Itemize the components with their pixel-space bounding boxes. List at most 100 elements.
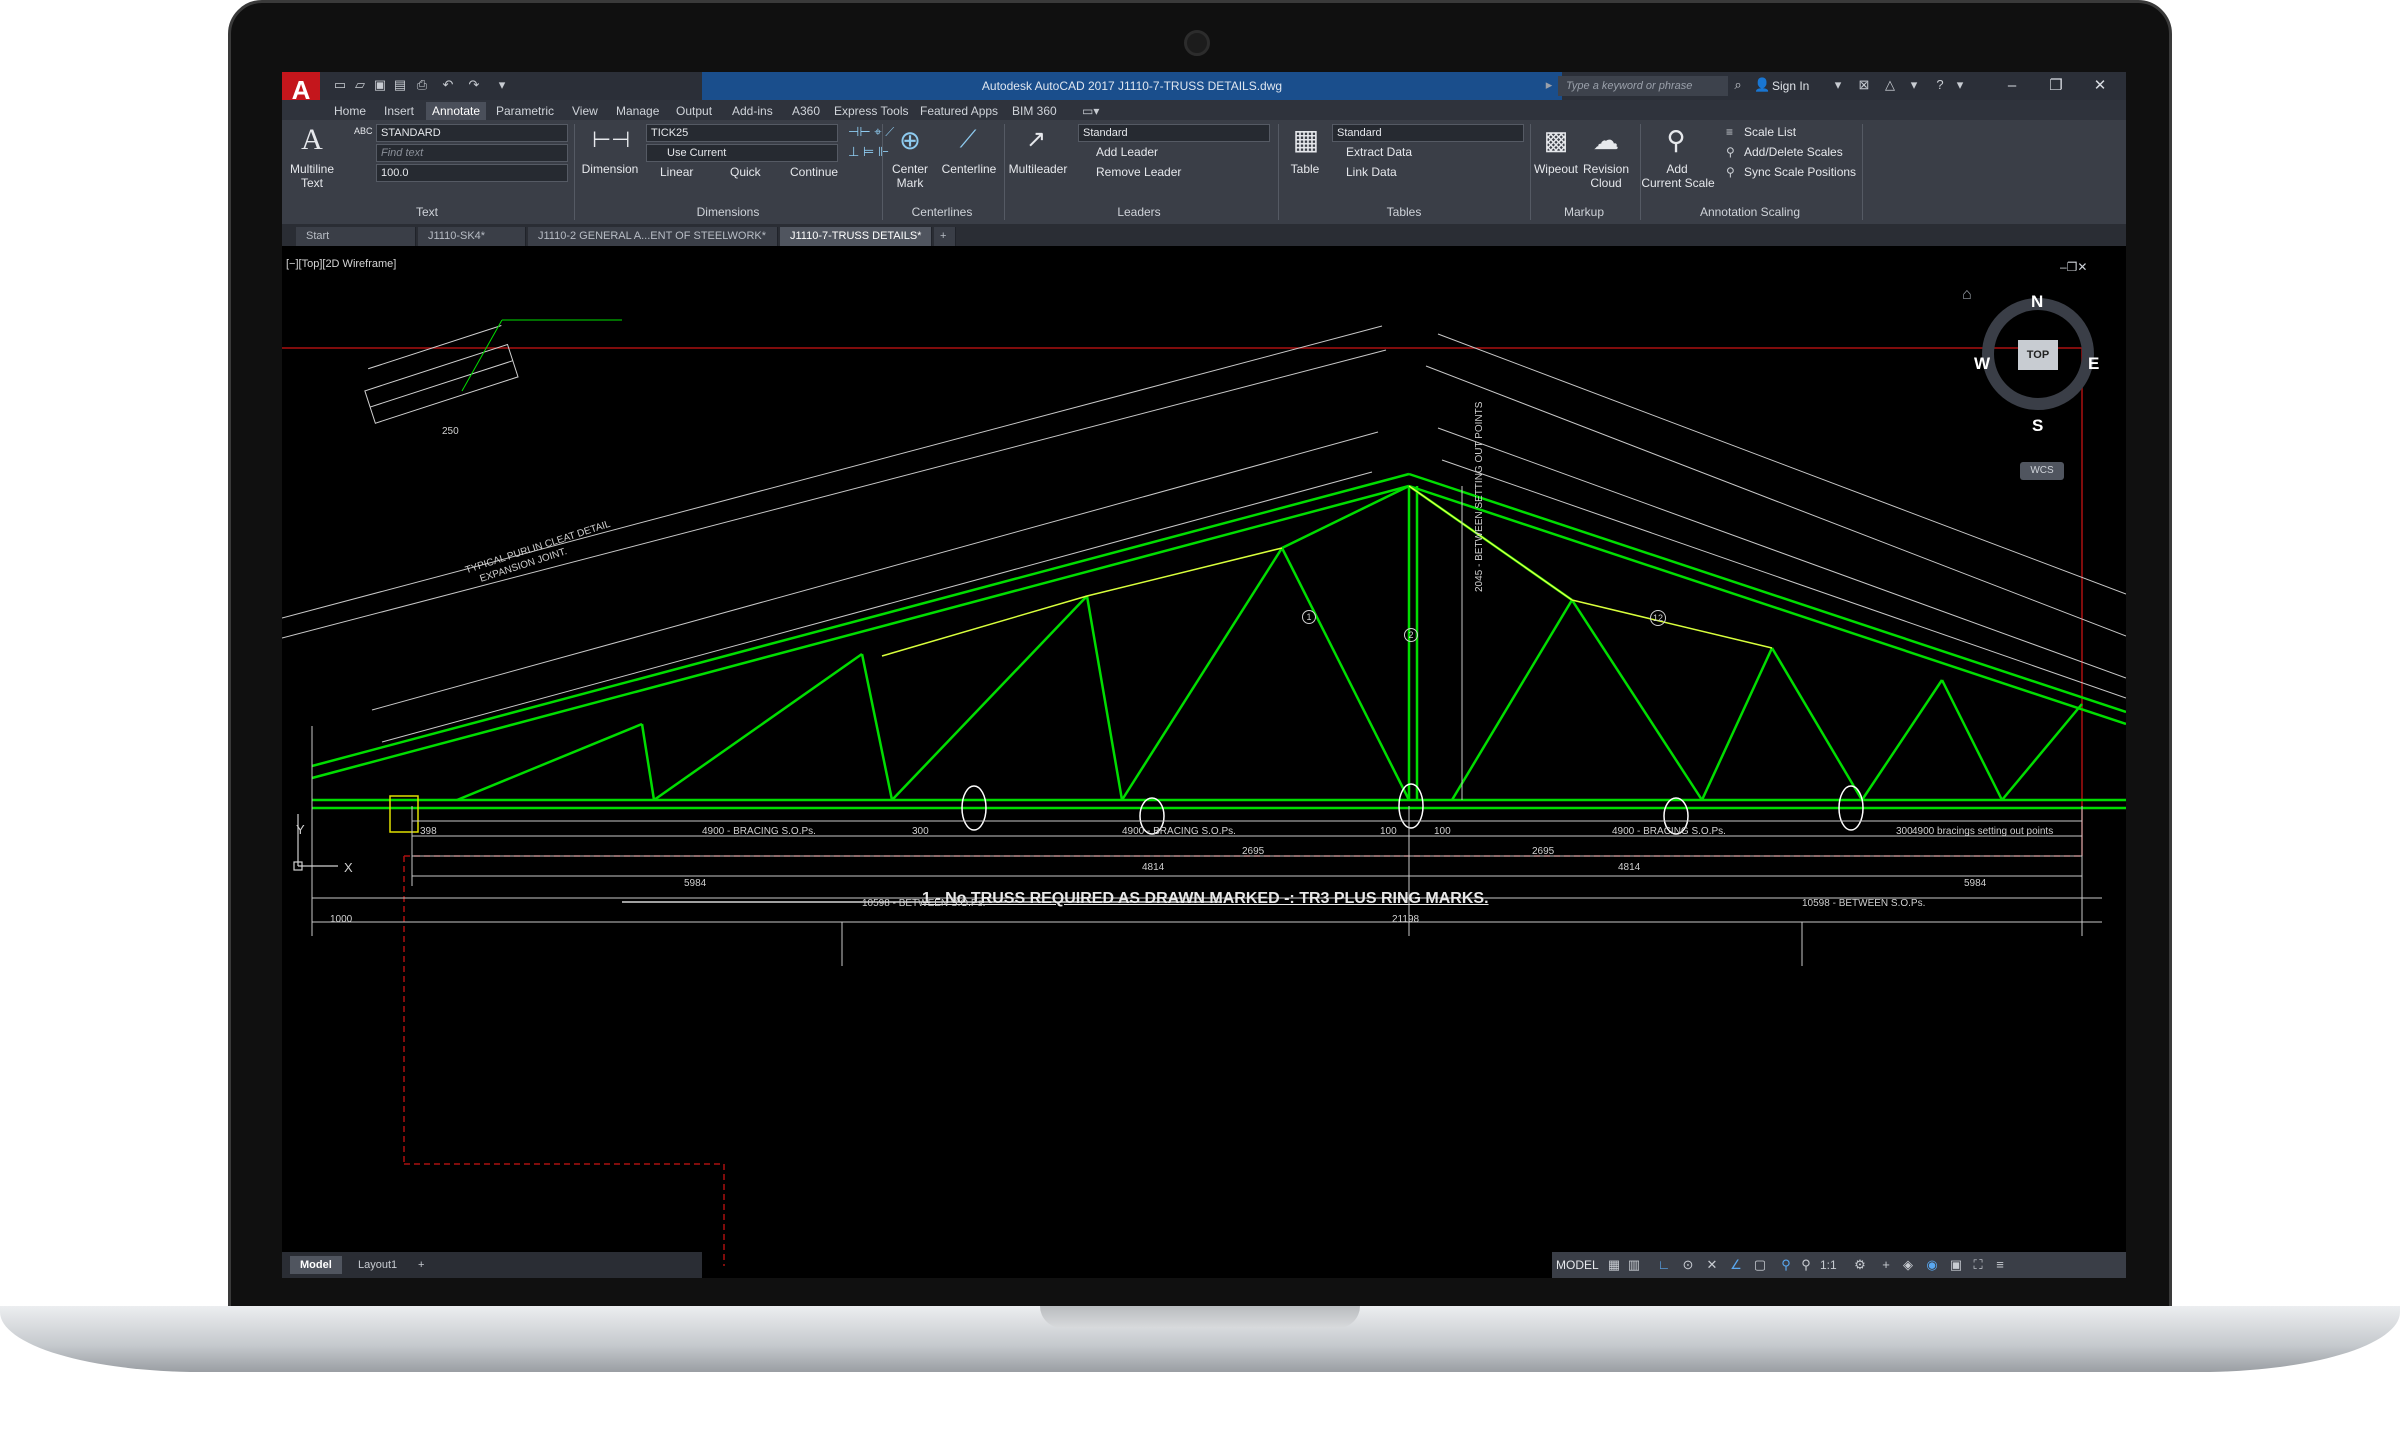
tab-express-tools[interactable]: Express Tools: [834, 102, 908, 120]
hardware-acceleration-icon[interactable]: ◉: [1924, 1256, 1940, 1274]
tab-output[interactable]: Output: [676, 102, 712, 120]
multiline-text-icon[interactable]: A: [294, 122, 330, 158]
polar-icon[interactable]: ⊙: [1680, 1256, 1696, 1274]
extract-data-button[interactable]: Extract Data: [1346, 144, 1412, 160]
new-tab-button[interactable]: +: [934, 227, 956, 246]
wipeout-label[interactable]: Wipeout: [1528, 162, 1584, 176]
multileader-label[interactable]: Multileader: [1002, 162, 1074, 176]
file-tab-truss-details[interactable]: J1110-7-TRUSS DETAILS*: [780, 227, 932, 246]
table-label[interactable]: Table: [1280, 162, 1330, 176]
transparency-icon[interactable]: ▢: [1752, 1256, 1768, 1274]
snap-icon[interactable]: ▥: [1626, 1256, 1642, 1274]
dropdown-icon[interactable]: ▾: [1906, 77, 1922, 93]
dim-layer-select[interactable]: Use Current: [646, 144, 838, 162]
clean-screen-icon[interactable]: ▣: [1948, 1256, 1964, 1274]
open-icon[interactable]: ▱: [352, 77, 368, 93]
add-current-scale-icon[interactable]: ⚲: [1658, 122, 1694, 158]
help-icon[interactable]: ?: [1932, 77, 1948, 93]
add-leader-button[interactable]: Add Leader: [1096, 144, 1158, 160]
new-icon[interactable]: ▭: [332, 77, 348, 93]
compass-west[interactable]: W: [1974, 354, 1990, 374]
minimize-icon[interactable]: –: [1990, 72, 2034, 100]
search-input[interactable]: Type a keyword or phrase: [1558, 76, 1728, 96]
plus-icon[interactable]: +: [1878, 1256, 1894, 1274]
file-tab-general[interactable]: J1110-2 GENERAL A...ENT OF STEELWORK*: [528, 227, 778, 246]
find-text-input[interactable]: Find text: [376, 144, 568, 162]
sync-scale-positions-button[interactable]: Sync Scale Positions: [1744, 164, 1856, 180]
centerline-icon[interactable]: ⟋: [950, 122, 986, 158]
sign-in-button[interactable]: Sign In: [1772, 76, 1809, 96]
panel-label-leaders[interactable]: Leaders: [1004, 202, 1274, 222]
osnap-icon[interactable]: ✕: [1704, 1256, 1720, 1274]
ortho-icon[interactable]: ∟: [1656, 1256, 1672, 1274]
dropdown-icon[interactable]: ▾: [494, 77, 510, 93]
lineweight-icon[interactable]: ∠: [1728, 1256, 1744, 1274]
save-icon[interactable]: ▣: [372, 77, 388, 93]
compass-east[interactable]: E: [2088, 354, 2099, 374]
revision-cloud-icon[interactable]: ☁: [1588, 122, 1624, 158]
linear-button[interactable]: Linear: [660, 164, 693, 180]
binoculars-icon[interactable]: ⌕: [1730, 77, 1746, 93]
search-expand-icon[interactable]: ▸: [1544, 77, 1554, 93]
dimstyle-select[interactable]: TICK25: [646, 124, 838, 142]
close-icon[interactable]: ✕: [2078, 72, 2122, 100]
panel-label-annotation-scaling[interactable]: Annotation Scaling: [1642, 202, 1858, 222]
dim-tool-icons-2[interactable]: ⊥ ⊨ ⊩: [848, 144, 889, 160]
panel-label-dimensions[interactable]: Dimensions: [578, 202, 878, 222]
compass-north[interactable]: N: [2031, 292, 2043, 312]
center-mark-icon[interactable]: ⊕: [892, 122, 928, 158]
dropdown-icon[interactable]: ▾: [1830, 77, 1846, 93]
tab-home[interactable]: Home: [334, 102, 366, 120]
quick-button[interactable]: Quick: [730, 164, 761, 180]
add-current-scale-label[interactable]: Add: [1642, 162, 1712, 176]
remove-leader-button[interactable]: Remove Leader: [1096, 164, 1181, 180]
minimize-viewport-icon[interactable]: –❐✕: [2060, 260, 2088, 274]
annotation-visibility-icon[interactable]: ⚲: [1778, 1256, 1794, 1274]
isolate-icon[interactable]: ◈: [1900, 1256, 1916, 1274]
auto-scale-icon[interactable]: ⚲: [1798, 1256, 1814, 1274]
compass-south[interactable]: S: [2032, 416, 2043, 436]
panel-label-tables[interactable]: Tables: [1280, 202, 1528, 222]
panel-label-markup[interactable]: Markup: [1530, 202, 1638, 222]
tab-view[interactable]: View: [572, 102, 598, 120]
center-mark-label-2[interactable]: Mark: [882, 176, 938, 190]
print-icon[interactable]: ⎙: [414, 77, 430, 93]
tab-add-ins[interactable]: Add-ins: [732, 102, 773, 120]
scale-list-button[interactable]: Scale List: [1744, 124, 1796, 140]
model-space-button[interactable]: MODEL: [1556, 1256, 1599, 1274]
exchange-icon[interactable]: △: [1882, 77, 1898, 93]
tab-featured-apps[interactable]: Featured Apps: [920, 102, 998, 120]
tab-parametric[interactable]: Parametric: [496, 102, 554, 120]
dimension-label[interactable]: Dimension: [578, 162, 642, 176]
user-icon[interactable]: 👤: [1754, 77, 1770, 93]
text-height-input[interactable]: 100.0: [376, 164, 568, 182]
add-layout-button[interactable]: +: [412, 1256, 430, 1274]
dropdown-icon[interactable]: ▾: [1952, 77, 1968, 93]
fullscreen-icon[interactable]: ⛶: [1970, 1256, 1986, 1274]
tab-layout1[interactable]: Layout1: [348, 1256, 407, 1274]
add-current-scale-label-2[interactable]: Current Scale: [1638, 176, 1718, 190]
cart-icon[interactable]: ⊠: [1856, 77, 1872, 93]
grid-icon[interactable]: ▦: [1606, 1256, 1622, 1274]
file-tab-sk4[interactable]: J1110-SK4*: [418, 227, 526, 246]
center-mark-label[interactable]: Center: [882, 162, 938, 176]
toggle-ribbon-icon[interactable]: ▭▾: [1082, 102, 1099, 120]
text-style-select[interactable]: STANDARD: [376, 124, 568, 142]
tab-insert[interactable]: Insert: [384, 102, 414, 120]
tab-manage[interactable]: Manage: [616, 102, 659, 120]
add-delete-scales-button[interactable]: Add/Delete Scales: [1744, 144, 1843, 160]
workspace-gear-icon[interactable]: ⚙: [1852, 1256, 1868, 1274]
redo-icon[interactable]: ↷: [466, 77, 482, 93]
multiline-text-label[interactable]: Multiline: [284, 162, 340, 176]
home-icon[interactable]: ⌂: [1962, 286, 1972, 304]
wcs-menu[interactable]: WCS: [2020, 462, 2064, 480]
revision-cloud-label[interactable]: Revision: [1578, 162, 1634, 176]
table-icon[interactable]: ▦: [1288, 122, 1324, 158]
save-as-icon[interactable]: ▤: [392, 77, 408, 93]
dim-tool-icons[interactable]: ⊣⊢ ⌖ ⟋: [848, 124, 894, 140]
multileader-icon[interactable]: ↗: [1018, 122, 1054, 158]
tab-annotate[interactable]: Annotate: [426, 102, 487, 120]
centerline-label[interactable]: Centerline: [938, 162, 1000, 176]
customization-icon[interactable]: ≡: [1992, 1256, 2008, 1274]
leader-style-select[interactable]: Standard: [1078, 124, 1270, 142]
